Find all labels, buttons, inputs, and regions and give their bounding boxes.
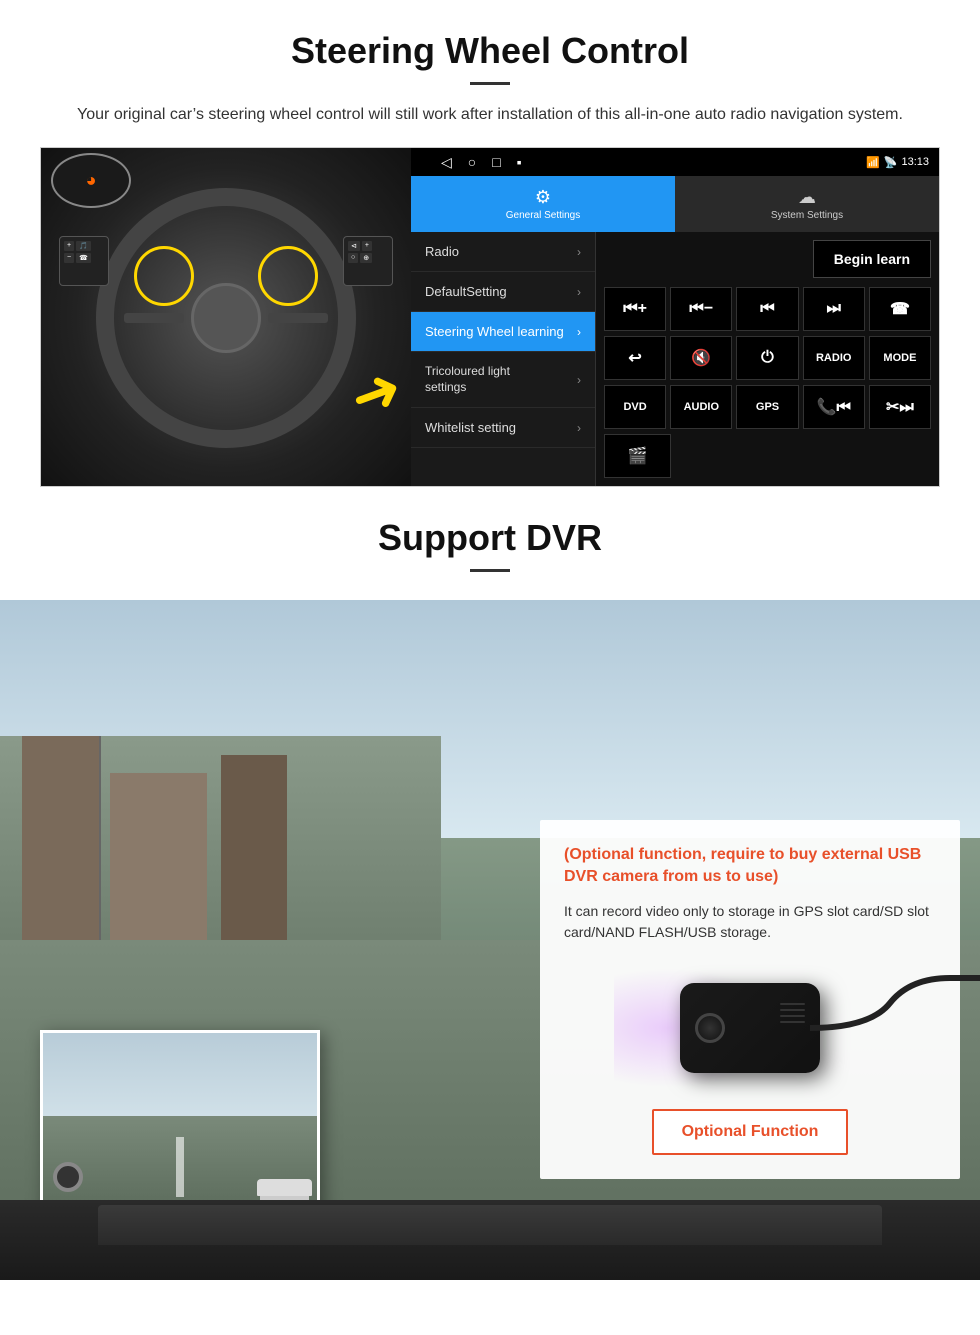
arrow-icon: ➜ [340,352,411,435]
tab-general-settings[interactable]: ⚙ General Settings [411,176,675,232]
steering-section: Steering Wheel Control Your original car… [0,0,980,487]
ctrl-power[interactable]: ⏻ [736,336,798,380]
status-icons: 📶 📡 13:13 [866,156,929,169]
chevron-icon: › [577,285,581,299]
dvr-camera-body [680,983,820,1073]
spoke-left [124,313,184,323]
wheel-hub [191,283,261,353]
time-display: 13:13 [901,156,929,168]
recents-button[interactable]: □ [492,154,500,170]
optional-function-button[interactable]: Optional Function [652,1109,849,1155]
steering-wheel-image: ◕ + 🎵 − ☎ [41,148,411,487]
ctrl-audio[interactable]: AUDIO [670,385,732,429]
spare-tire [53,1162,83,1192]
dvr-title-area: Support DVR [0,487,980,600]
ctrl-dvd[interactable]: DVD [604,385,666,429]
highlight-right [258,246,318,306]
chevron-icon: › [577,325,581,339]
dvr-scene: (Optional function, require to buy exter… [0,600,980,1280]
menu-list: Radio › DefaultSetting › Steering Wheel … [411,232,596,486]
tab-system-label: System Settings [771,210,843,221]
spoke-right [268,313,328,323]
right-button-cluster: ⊲ + ○ ⊕ [343,236,393,286]
signal-icon: 📶 [866,156,880,169]
dvr-thumbnail [40,1030,320,1220]
control-panel: Begin learn ⏮+ ⏮− ⏮ ⏭ ☎ ↩ 🔇 ⏻ [596,232,939,486]
ctrl-phone-prev[interactable]: 📞⏮ [803,385,865,429]
menu-steering-wheel[interactable]: Steering Wheel learning › [411,312,595,352]
left-button-cluster: + 🎵 − ☎ [59,236,109,286]
dashboard-panel [98,1205,882,1245]
android-statusbar: ◁ ○ □ ▪ 📶 📡 13:13 [411,148,939,176]
menu-radio-label: Radio [425,244,459,259]
begin-learn-button[interactable]: Begin learn [813,240,931,278]
menu-button[interactable]: ▪ [517,154,522,170]
control-row-1: ⏮+ ⏮− ⏮ ⏭ ☎ [604,287,931,331]
back-button[interactable]: ◁ [441,154,452,171]
chevron-icon: › [577,373,581,387]
wifi-icon: 📡 [884,156,898,169]
steering-composite: ◕ + 🎵 − ☎ [40,147,940,487]
dvr-vents [780,1003,805,1023]
building-1 [22,736,101,960]
steering-photo: ◕ + 🎵 − ☎ [41,148,411,487]
dvr-body-shape [680,983,820,1073]
android-content: Radio › DefaultSetting › Steering Wheel … [411,232,939,486]
control-row-2: ↩ 🔇 ⏻ RADIO MODE [604,336,931,380]
dvr-cable-svg [810,973,980,1053]
menu-whitelist-label: Whitelist setting [425,420,516,435]
tab-general-label: General Settings [506,210,581,221]
android-navbar: ◁ ○ □ ▪ [421,148,860,176]
menu-default-label: DefaultSetting [425,284,507,299]
ctrl-cut-next[interactable]: ✂⏭ [869,385,931,429]
ctrl-gps[interactable]: GPS [736,385,798,429]
begin-learn-row: Begin learn [604,240,931,278]
page-title: Steering Wheel Control [40,30,940,72]
ctrl-camera[interactable]: 🎬 [604,434,671,478]
tab-system-settings[interactable]: ☁ System Settings [675,176,939,232]
menu-radio[interactable]: Radio › [411,232,595,272]
dvr-optional-note: (Optional function, require to buy exter… [564,844,936,889]
dvr-title: Support DVR [40,517,940,559]
dvr-description: It can record video only to storage in G… [564,901,936,943]
android-tabs: ⚙ General Settings ☁ System Settings [411,176,939,232]
ctrl-back[interactable]: ↩ [604,336,666,380]
android-panel: ◁ ○ □ ▪ 📶 📡 13:13 ⚙ General Settings [411,148,939,486]
ctrl-prev[interactable]: ⏮ [736,287,798,331]
ctrl-vol-up[interactable]: ⏮+ [604,287,666,331]
menu-whitelist[interactable]: Whitelist setting › [411,408,595,448]
home-button[interactable]: ○ [468,154,476,170]
dvr-info-card: (Optional function, require to buy exter… [540,820,960,1179]
ctrl-phone[interactable]: ☎ [869,287,931,331]
chevron-icon: › [577,245,581,259]
dvr-lens [695,1013,725,1043]
system-icon: ☁ [798,187,816,208]
control-row-3: DVD AUDIO GPS 📞⏮ ✂⏭ [604,385,931,429]
menu-tricoloured-label: Tricoloured lightsettings [425,364,510,395]
wheel-circle: + 🎵 − ☎ ⊲ + [96,188,356,448]
menu-tricoloured[interactable]: Tricoloured lightsettings › [411,352,595,408]
ctrl-vol-down[interactable]: ⏮− [670,287,732,331]
menu-default-setting[interactable]: DefaultSetting › [411,272,595,312]
title-divider [470,82,510,85]
dvr-background: (Optional function, require to buy exter… [0,600,980,1280]
ctrl-radio[interactable]: RADIO [803,336,865,380]
gauge-display: ◕ [51,153,131,208]
ctrl-mode[interactable]: MODE [869,336,931,380]
road-center-line [176,1137,184,1197]
control-row-4: 🎬 [604,434,931,478]
chevron-icon: › [577,421,581,435]
ctrl-next[interactable]: ⏭ [803,287,865,331]
dvr-device-illustration [564,963,936,1093]
settings-gear-icon: ⚙ [535,187,551,208]
dvr-section: Support DVR [0,487,980,1280]
page-subtitle: Your original car’s steering wheel contr… [40,103,940,127]
highlight-left [134,246,194,306]
menu-steering-label: Steering Wheel learning [425,324,564,339]
ctrl-mute[interactable]: 🔇 [670,336,732,380]
dvr-title-divider [470,569,510,572]
dashboard-strip [0,1200,980,1280]
